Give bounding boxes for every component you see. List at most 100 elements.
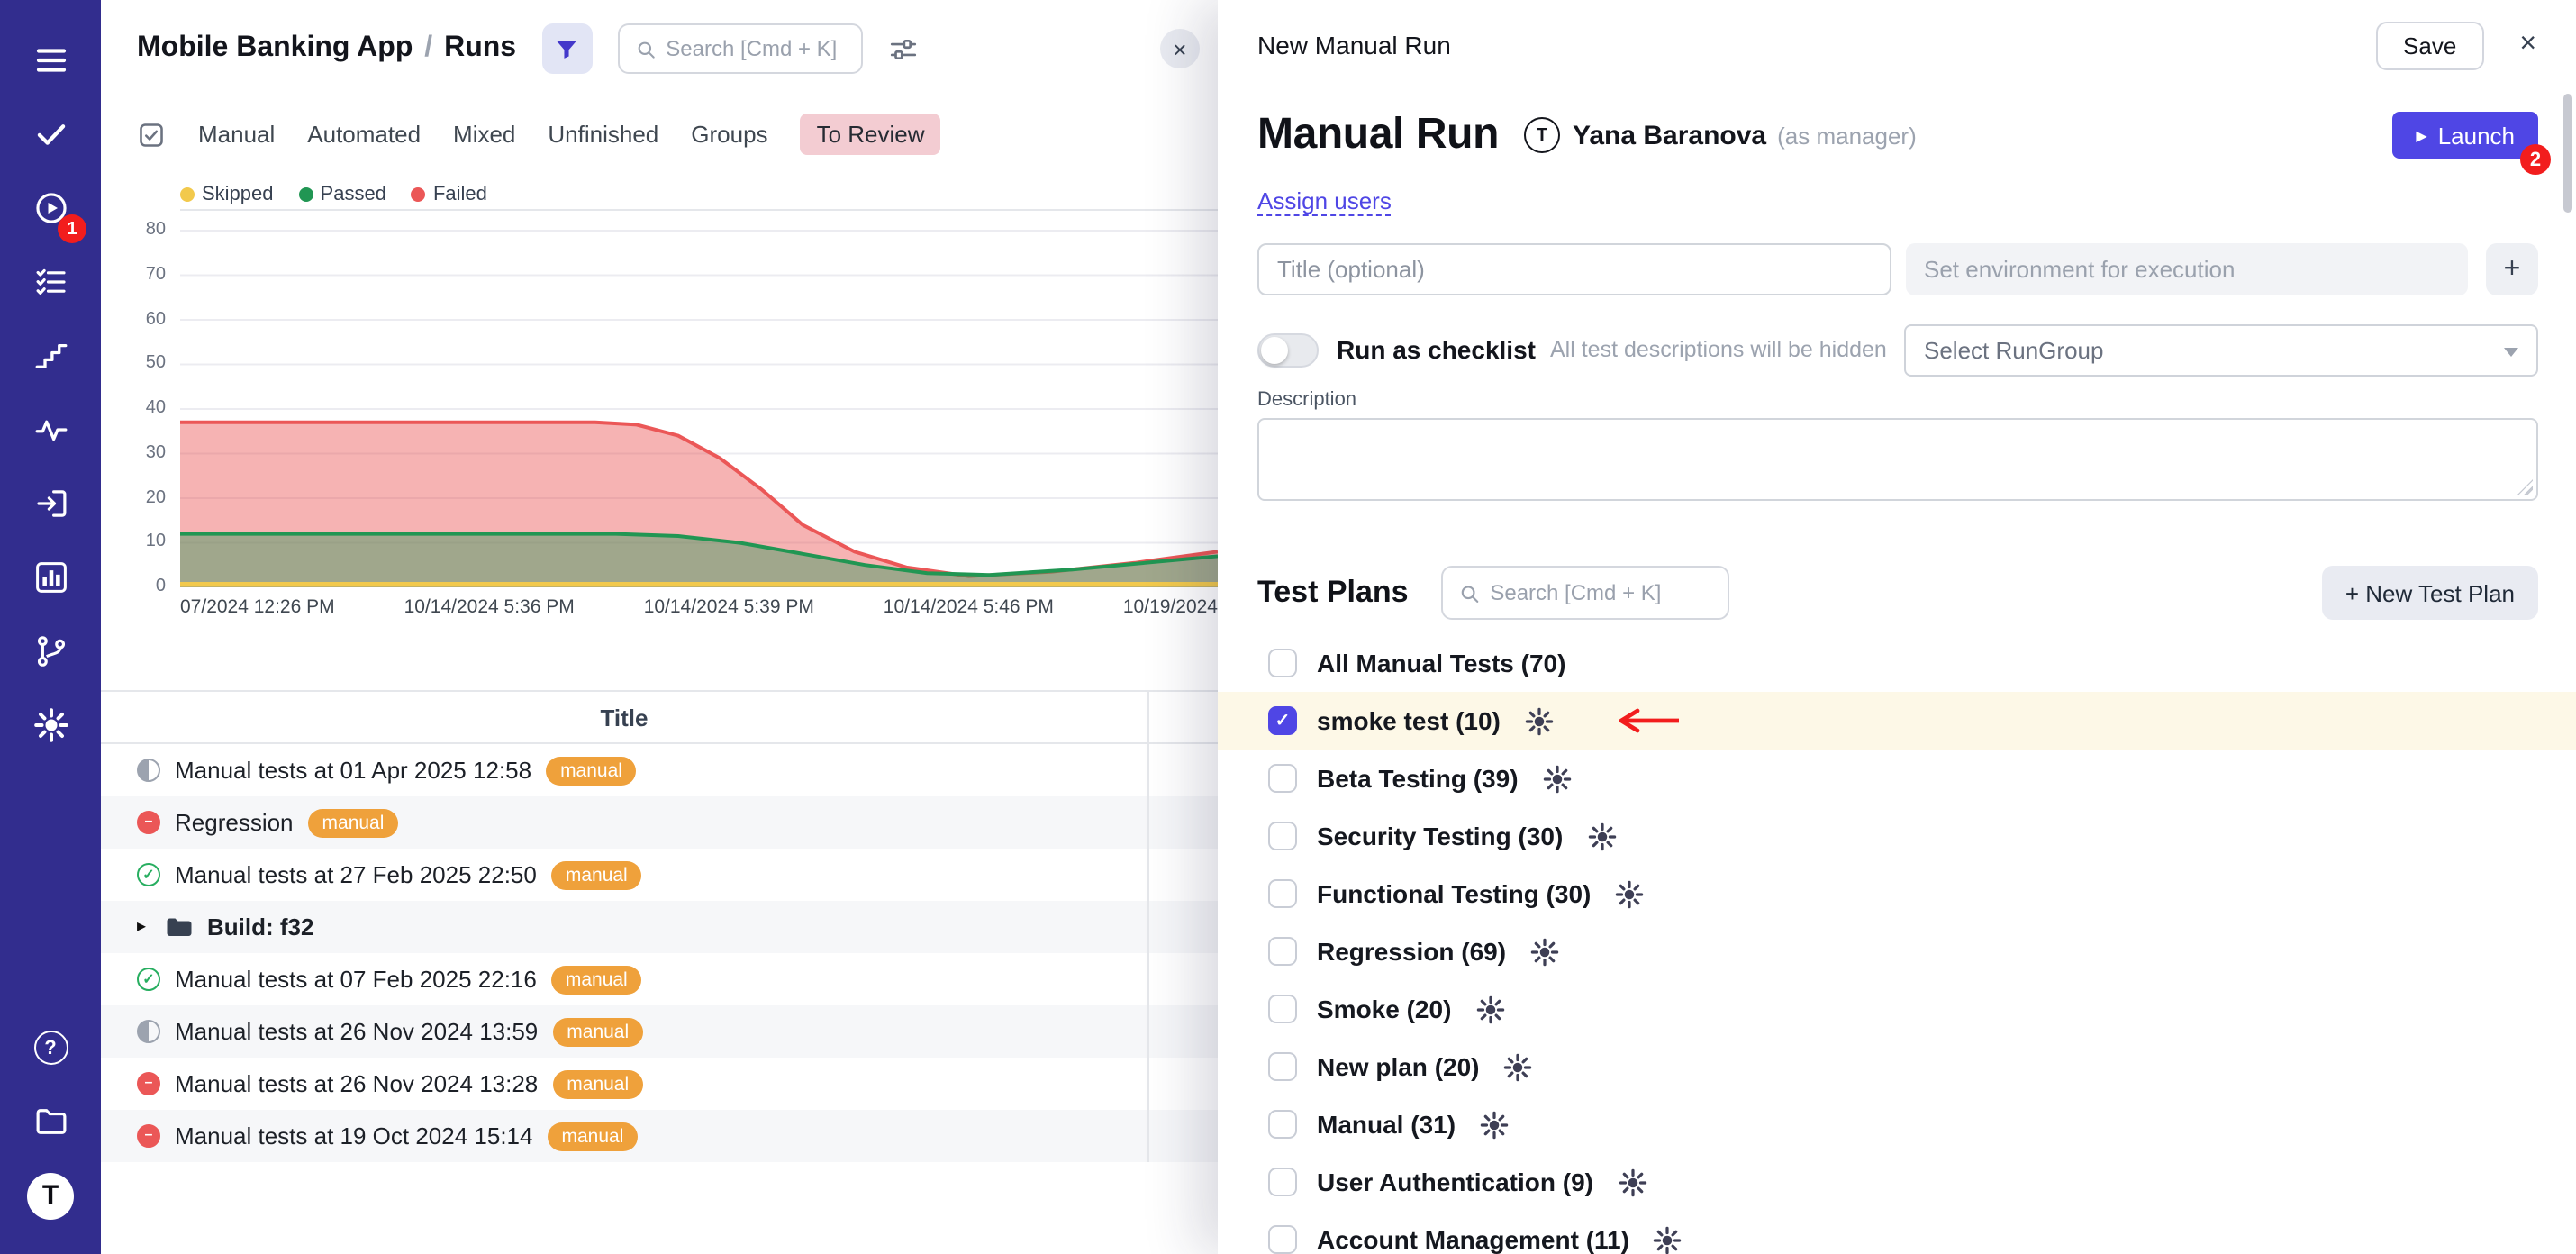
plan-checkbox[interactable] bbox=[1268, 879, 1297, 908]
plan-checkbox[interactable] bbox=[1268, 1110, 1297, 1139]
plan-gear-button[interactable] bbox=[1649, 1221, 1687, 1254]
tab-mixed[interactable]: Mixed bbox=[453, 121, 515, 148]
plan-gear-button[interactable] bbox=[1613, 1163, 1651, 1201]
plan-label[interactable]: New plan (20) bbox=[1317, 1052, 1480, 1081]
plan-label[interactable]: Regression (69) bbox=[1317, 937, 1506, 966]
run-row[interactable]: Manual tests at 07 Feb 2025 22:16 manual bbox=[101, 953, 1218, 1005]
plan-label[interactable]: Functional Testing (30) bbox=[1317, 879, 1591, 908]
plan-checkbox[interactable] bbox=[1268, 822, 1297, 850]
sidebar-item-test-plans[interactable] bbox=[14, 245, 86, 319]
test-plan-row[interactable]: Beta Testing (39) bbox=[1218, 750, 2576, 807]
plan-gear-button[interactable] bbox=[1475, 1105, 1513, 1143]
run-title[interactable]: Regression bbox=[175, 809, 294, 836]
plan-gear-button[interactable] bbox=[1500, 1048, 1537, 1086]
checklist-toggle[interactable] bbox=[1257, 332, 1319, 367]
launch-button[interactable]: ▶ Launch bbox=[2392, 112, 2538, 159]
test-plan-row[interactable]: smoke test (10) bbox=[1218, 692, 2576, 750]
test-plan-row[interactable]: Regression (69) bbox=[1218, 922, 2576, 980]
plan-checkbox[interactable] bbox=[1268, 995, 1297, 1023]
run-title[interactable]: Manual tests at 26 Nov 2024 13:59 bbox=[175, 1018, 538, 1045]
test-plans-search-input[interactable] bbox=[1490, 580, 1710, 605]
tab-to-review[interactable]: To Review bbox=[801, 114, 941, 155]
test-plan-row[interactable]: All Manual Tests (70) bbox=[1218, 634, 2576, 692]
plan-gear-button[interactable] bbox=[1471, 990, 1509, 1028]
run-row[interactable]: Manual tests at 26 Nov 2024 13:28 manual bbox=[101, 1058, 1218, 1110]
run-row[interactable]: Manual tests at 27 Feb 2025 22:50 manual bbox=[101, 849, 1218, 901]
plan-checkbox[interactable] bbox=[1268, 1052, 1297, 1081]
assign-users-link[interactable]: Assign users bbox=[1257, 187, 1392, 216]
run-title[interactable]: Manual tests at 07 Feb 2025 22:16 bbox=[175, 966, 537, 993]
gear-icon bbox=[1617, 1167, 1647, 1197]
test-plan-row[interactable]: Security Testing (30) bbox=[1218, 807, 2576, 865]
tab-unfinished[interactable]: Unfinished bbox=[548, 121, 658, 148]
rungroup-select[interactable]: Select RunGroup bbox=[1904, 323, 2538, 376]
sidebar-profile[interactable]: T bbox=[14, 1159, 86, 1232]
plan-label[interactable]: User Authentication (9) bbox=[1317, 1168, 1593, 1196]
plan-gear-button[interactable] bbox=[1610, 875, 1648, 913]
run-title-input[interactable] bbox=[1257, 243, 1891, 295]
test-plan-row[interactable]: Manual (31) bbox=[1218, 1095, 2576, 1153]
run-title[interactable]: Manual tests at 27 Feb 2025 22:50 bbox=[175, 861, 537, 888]
add-environment-button[interactable]: + bbox=[2486, 243, 2538, 295]
runs-panel-close-button[interactable]: × bbox=[1160, 29, 1200, 68]
sidebar-item-sign-in[interactable] bbox=[14, 467, 86, 541]
plan-checkbox[interactable] bbox=[1268, 764, 1297, 793]
run-title[interactable]: Manual tests at 01 Apr 2025 12:58 bbox=[175, 757, 531, 784]
plan-label[interactable]: Account Management (11) bbox=[1317, 1225, 1629, 1254]
tab-automated[interactable]: Automated bbox=[307, 121, 421, 148]
run-row[interactable]: Manual tests at 26 Nov 2024 13:59 manual bbox=[101, 1005, 1218, 1058]
select-all-button[interactable] bbox=[137, 120, 166, 149]
plan-label[interactable]: All Manual Tests (70) bbox=[1317, 649, 1565, 677]
run-row[interactable]: Regression manual bbox=[101, 796, 1218, 849]
test-plan-row[interactable]: Smoke (20) bbox=[1218, 980, 2576, 1038]
tab-manual[interactable]: Manual bbox=[198, 121, 275, 148]
plan-gear-button[interactable] bbox=[1520, 702, 1558, 740]
filter-button[interactable] bbox=[541, 23, 592, 74]
plan-checkbox[interactable] bbox=[1268, 1168, 1297, 1196]
run-row[interactable]: Manual tests at 01 Apr 2025 12:58 manual bbox=[101, 744, 1218, 796]
expand-caret-icon[interactable]: ▸ bbox=[137, 917, 151, 937]
plan-label[interactable]: smoke test (10) bbox=[1317, 706, 1501, 735]
sidebar-item-settings[interactable] bbox=[14, 688, 86, 762]
filter-settings-button[interactable] bbox=[887, 33, 918, 64]
run-row[interactable]: Manual tests at 19 Oct 2024 15:14 manual bbox=[101, 1110, 1218, 1162]
plan-gear-button[interactable] bbox=[1526, 932, 1564, 970]
runs-search-input[interactable] bbox=[666, 36, 844, 61]
plan-checkbox[interactable] bbox=[1268, 937, 1297, 966]
plan-checkbox[interactable] bbox=[1268, 706, 1297, 735]
test-plan-row[interactable]: User Authentication (9) bbox=[1218, 1153, 2576, 1211]
scrollbar-thumb[interactable] bbox=[2563, 94, 2572, 213]
sidebar-item-runs[interactable]: 1 bbox=[14, 171, 86, 245]
plan-checkbox[interactable] bbox=[1268, 649, 1297, 677]
save-button[interactable]: Save bbox=[2376, 21, 2483, 69]
sidebar-item-projects[interactable] bbox=[14, 1085, 86, 1159]
tab-groups[interactable]: Groups bbox=[691, 121, 767, 148]
description-textarea[interactable] bbox=[1257, 418, 2538, 501]
test-plan-row[interactable]: New plan (20) bbox=[1218, 1038, 2576, 1095]
run-row[interactable]: ▸ Build: f32 bbox=[101, 901, 1218, 953]
run-title[interactable]: Build: f32 bbox=[207, 913, 313, 940]
sidebar-item-milestones[interactable] bbox=[14, 319, 86, 393]
sidebar-item-help[interactable]: ? bbox=[14, 1011, 86, 1085]
breadcrumb-project[interactable]: Mobile Banking App bbox=[137, 32, 413, 63]
sidebar-item-branches[interactable] bbox=[14, 614, 86, 688]
plan-label[interactable]: Security Testing (30) bbox=[1317, 822, 1563, 850]
test-plan-row[interactable]: Functional Testing (30) bbox=[1218, 865, 2576, 922]
sidebar-item-reports[interactable] bbox=[14, 541, 86, 614]
run-title[interactable]: Manual tests at 26 Nov 2024 13:28 bbox=[175, 1070, 538, 1097]
close-button[interactable]: × bbox=[2519, 29, 2536, 61]
plan-gear-button[interactable] bbox=[1583, 817, 1620, 855]
test-plan-row[interactable]: Account Management (11) bbox=[1218, 1211, 2576, 1254]
runs-table: Title Manual tests at 01 Apr 2025 12:58 … bbox=[101, 690, 1218, 1162]
plan-label[interactable]: Manual (31) bbox=[1317, 1110, 1456, 1139]
plan-label[interactable]: Beta Testing (39) bbox=[1317, 764, 1519, 793]
sidebar-item-tests[interactable] bbox=[14, 97, 86, 171]
plan-label[interactable]: Smoke (20) bbox=[1317, 995, 1451, 1023]
sidebar-menu-button[interactable] bbox=[14, 23, 86, 97]
plan-checkbox[interactable] bbox=[1268, 1225, 1297, 1254]
run-title[interactable]: Manual tests at 19 Oct 2024 15:14 bbox=[175, 1122, 533, 1150]
environment-input[interactable] bbox=[1906, 243, 2468, 295]
new-test-plan-button[interactable]: + New Test Plan bbox=[2322, 566, 2538, 620]
plan-gear-button[interactable] bbox=[1538, 759, 1576, 797]
sidebar-item-pulse[interactable] bbox=[14, 393, 86, 467]
